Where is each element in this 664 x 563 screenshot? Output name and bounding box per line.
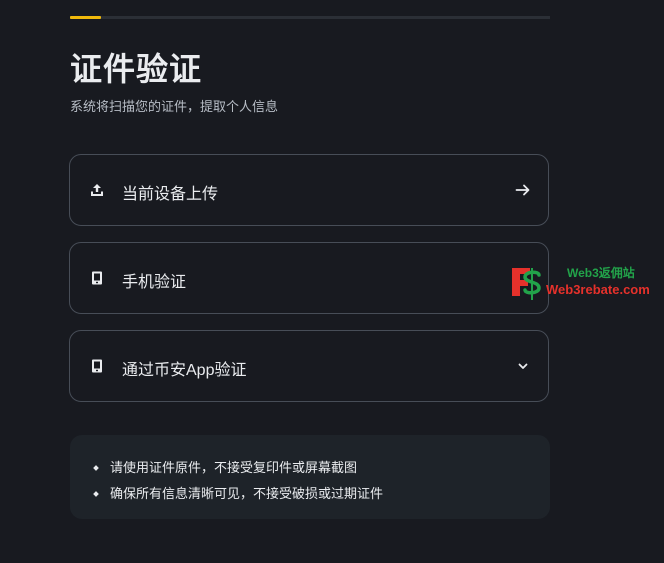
watermark-text: Web3返佣站 (567, 266, 635, 280)
mobile-phone-icon (88, 357, 106, 375)
note-text: 请使用证件原件，不接受复印件或屏幕截图 (110, 460, 358, 475)
watermark: Web3返佣站 Web3rebate.com (508, 262, 662, 306)
upload-icon (88, 181, 106, 199)
binance-app-verification-option[interactable]: 通过币安App验证 (69, 330, 549, 402)
mobile-verification-option[interactable]: 手机验证 (69, 242, 549, 314)
upload-from-device-option[interactable]: 当前设备上传 (69, 154, 549, 226)
watermark-logo-icon (512, 268, 541, 300)
page-subtitle: 系统将扫描您的证件，提取个人信息 (70, 99, 279, 114)
progress-bar (70, 16, 550, 19)
arrow-right-icon (514, 181, 532, 199)
bullet-icon (93, 491, 99, 497)
mobile-phone-icon (88, 269, 106, 287)
option-label: 手机验证 (122, 274, 187, 291)
note-text: 确保所有信息清晰可见，不接受破损或过期证件 (110, 486, 384, 501)
chevron-down-icon[interactable] (514, 357, 532, 375)
note-item: 请使用证件原件，不接受复印件或屏幕截图 (93, 455, 550, 481)
requirements-notes: 请使用证件原件，不接受复印件或屏幕截图 确保所有信息清晰可见，不接受破损或过期证… (70, 435, 550, 519)
identity-verification-page: 证件验证 系统将扫描您的证件，提取个人信息 当前设备上传 手机验证 通过币安Ap… (0, 0, 664, 563)
watermark-url: Web3rebate.com (546, 282, 650, 297)
note-item: 确保所有信息清晰可见，不接受破损或过期证件 (93, 481, 550, 507)
option-label: 通过币安App验证 (122, 362, 247, 379)
bullet-icon (93, 465, 99, 471)
progress-bar-fill (70, 16, 102, 19)
option-label: 当前设备上传 (122, 186, 219, 203)
page-title: 证件验证 (70, 51, 203, 87)
